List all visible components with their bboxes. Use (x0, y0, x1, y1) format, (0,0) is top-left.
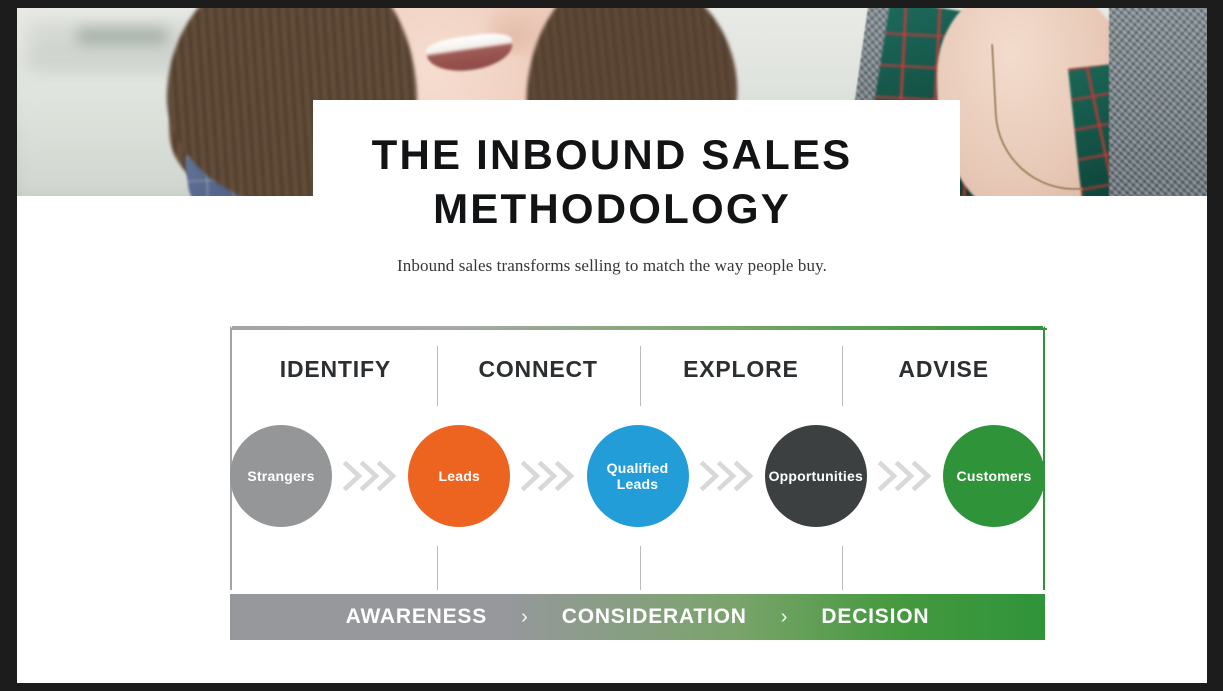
node-leads[interactable]: Leads (408, 425, 511, 527)
stage-label: ADVISE (898, 355, 989, 382)
stage-divider-cell (842, 536, 1045, 590)
journey-stage-decision[interactable]: DECISION (821, 605, 929, 629)
stage-divider-cell (436, 536, 640, 590)
journey-stage-consideration[interactable]: CONSIDERATION (562, 605, 747, 629)
stage-explore[interactable]: EXPLORE (639, 330, 843, 408)
stage-label-row: IDENTIFY CONNECT EXPLORE ADVISE (234, 330, 1045, 408)
chevron-arrow-3 (699, 459, 755, 493)
node-label: Leads (438, 468, 480, 484)
page-canvas: THE INBOUND SALES METHODOLOGY Inbound sa… (17, 8, 1207, 683)
node-customers[interactable]: Customers (943, 425, 1045, 527)
node-label: Qualified Leads (606, 460, 669, 492)
stage-divider-row (234, 536, 1045, 590)
node-opportunities[interactable]: Opportunities (764, 425, 867, 527)
page-title: THE INBOUND SALES METHODOLOGY (371, 131, 853, 232)
title-block: THE INBOUND SALES METHODOLOGY (17, 128, 1207, 236)
screenshot-frame: THE INBOUND SALES METHODOLOGY Inbound sa… (0, 0, 1223, 691)
lifecycle-node-row: Strangers Leads Qualified Leads Opportun… (230, 410, 1045, 542)
chevron-arrow-2 (520, 459, 576, 493)
node-label: Opportunities (768, 468, 863, 484)
node-qualified-leads[interactable]: Qualified Leads (586, 425, 689, 527)
buyer-journey-bar: AWARENESS › CONSIDERATION › DECISION (230, 594, 1045, 640)
stage-label: IDENTIFY (279, 355, 391, 382)
chevron-right-icon: › (521, 605, 528, 628)
stage-divider-cell (234, 536, 437, 590)
stage-connect[interactable]: CONNECT (436, 330, 640, 408)
node-strangers[interactable]: Strangers (230, 425, 332, 527)
photo-shelf-item-1 (77, 28, 167, 44)
chevron-arrow-4 (877, 459, 933, 493)
journey-stage-awareness[interactable]: AWARENESS (346, 605, 487, 629)
stage-divider-cell (639, 536, 843, 590)
node-label: Customers (956, 468, 1032, 484)
page-subtitle: Inbound sales transforms selling to matc… (397, 256, 827, 275)
stage-label: CONNECT (478, 355, 598, 382)
stage-advise[interactable]: ADVISE (842, 330, 1045, 408)
chevron-right-icon: › (780, 605, 788, 628)
stage-label: EXPLORE (683, 355, 799, 382)
inbound-sales-methodology-diagram: IDENTIFY CONNECT EXPLORE ADVISE Stranger… (230, 326, 1047, 646)
node-label: Strangers (247, 468, 315, 484)
chevron-arrow-1 (342, 459, 398, 493)
stage-identify[interactable]: IDENTIFY (234, 330, 437, 408)
buyer-journey-inner: AWARENESS › CONSIDERATION › DECISION (346, 605, 930, 629)
